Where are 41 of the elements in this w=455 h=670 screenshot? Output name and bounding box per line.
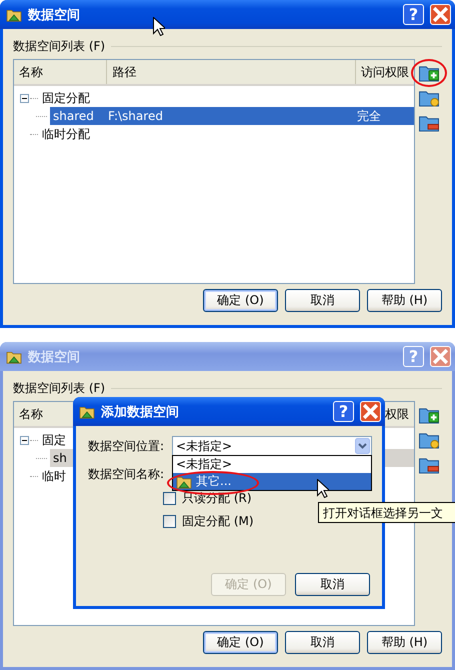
dropdown-option[interactable]: <未指定> <box>173 456 371 473</box>
window-title: 数据空间 <box>28 6 81 24</box>
column-header[interactable]: 名称 <box>14 60 108 84</box>
table-row[interactable]: shared F:\shared 完全 <box>50 107 414 125</box>
folder-icon <box>79 404 95 418</box>
close-button[interactable] <box>430 4 451 25</box>
dropdown-option[interactable]: 其它... <box>173 473 371 490</box>
checkbox[interactable] <box>163 492 176 504</box>
tooltip: 打开对话框选择另一文 <box>318 502 455 523</box>
help-button[interactable]: ? <box>333 401 354 422</box>
close-icon <box>431 5 450 24</box>
cursor-icon <box>153 17 165 36</box>
tree-item[interactable]: 临时分配 <box>41 124 91 144</box>
folder-plus-icon[interactable] <box>418 64 440 82</box>
collapse-icon[interactable] <box>20 94 29 102</box>
table-cell: 完全 <box>357 108 381 124</box>
field-label: 数据空间位置: <box>88 438 166 454</box>
folder-minus-icon[interactable] <box>418 114 440 132</box>
close-button[interactable] <box>360 401 381 422</box>
close-icon <box>361 402 380 421</box>
window-title: 数据空间 <box>28 348 81 366</box>
group-label: 数据空间列表 (F) <box>13 380 106 396</box>
checkbox[interactable] <box>163 514 176 528</box>
table-cell-text: F:\shared <box>108 109 164 123</box>
dialog-button[interactable]: 帮助 (H) <box>367 289 442 312</box>
dialog-button[interactable]: 取消 <box>285 289 360 312</box>
field-label: 数据空间名称: <box>88 466 166 482</box>
close-icon <box>431 347 450 366</box>
folder-icon <box>6 350 22 364</box>
folder-icon <box>176 474 192 488</box>
checkbox-label: 固定分配 (M) <box>182 512 254 530</box>
tree-item[interactable]: 固定分配 <box>41 88 91 108</box>
help-button[interactable]: ? <box>403 4 424 25</box>
dialog-button[interactable]: 取消 <box>295 573 370 596</box>
column-header[interactable]: 访问权限 <box>356 60 414 84</box>
table-cell-text: shared <box>52 109 95 123</box>
column-header[interactable]: 路径 <box>107 60 356 84</box>
dialog-button[interactable]: 确定 (O) <box>203 289 278 312</box>
folder-icon <box>6 8 22 22</box>
group-label: 数据空间列表 (F) <box>13 38 106 54</box>
table-cell-text: sh <box>52 451 68 465</box>
